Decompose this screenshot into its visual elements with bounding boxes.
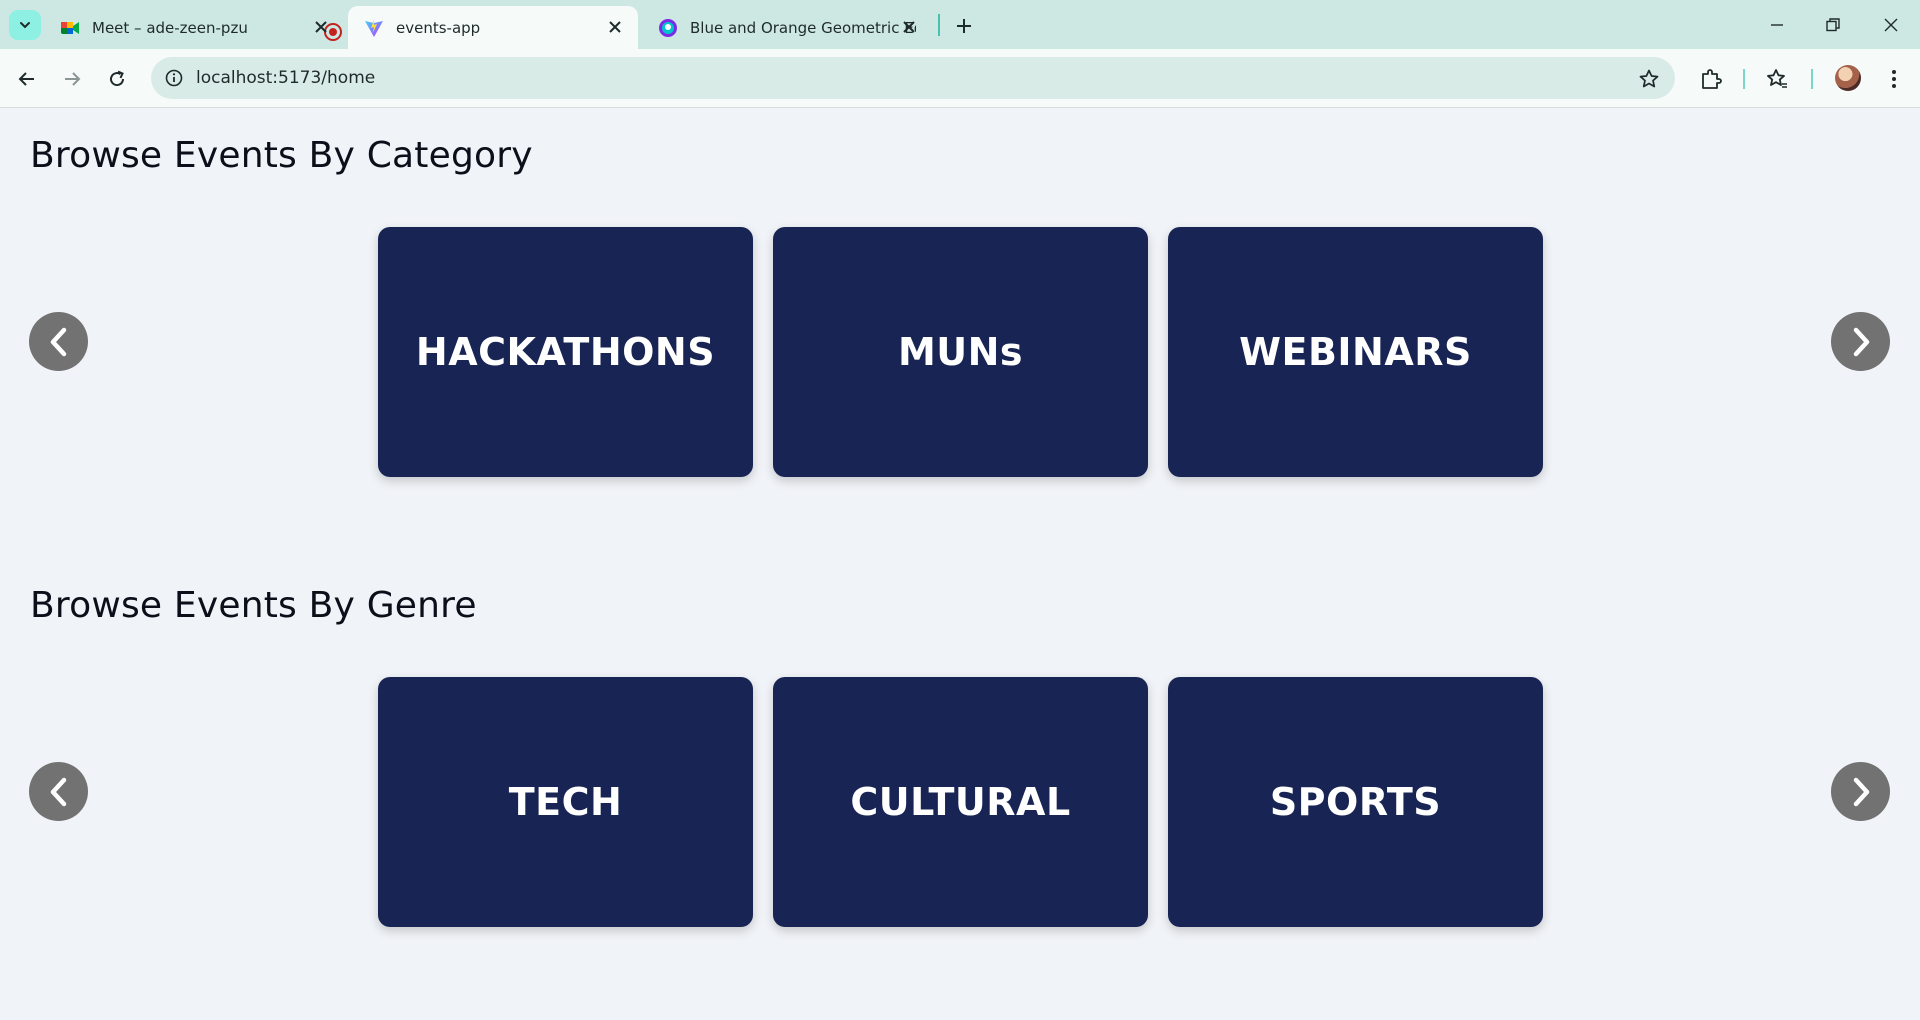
arrow-left-icon xyxy=(18,72,34,86)
tab-title: events-app xyxy=(396,18,481,37)
new-tab-button[interactable] xyxy=(951,13,977,39)
card-label: HACKATHONS xyxy=(415,330,716,374)
close-tab-icon[interactable] xyxy=(900,18,918,36)
canva-icon xyxy=(659,18,677,37)
plus-icon xyxy=(957,19,971,33)
close-window-button[interactable] xyxy=(1876,10,1906,40)
vite-icon xyxy=(365,18,383,37)
category-card-webinars[interactable]: WEBINARS xyxy=(1168,227,1543,477)
bookmark-star-icon[interactable] xyxy=(1637,67,1661,91)
more-vertical-icon xyxy=(1892,70,1896,88)
tab-canva[interactable]: Blue and Orange Geometric Edu xyxy=(642,6,932,49)
tab-search-button[interactable] xyxy=(9,10,41,40)
category-section-title: Browse Events By Category xyxy=(30,135,533,176)
browser-toolbar: localhost:5173/home xyxy=(0,49,1920,108)
arrow-right-icon xyxy=(65,72,81,86)
star-list-icon xyxy=(1767,69,1787,88)
site-info-icon[interactable] xyxy=(163,67,185,89)
card-label: SPORTS xyxy=(1269,780,1442,824)
page-content: Browse Events By Category HACKATHONS MUN… xyxy=(0,109,1920,1020)
tab-events-app[interactable]: events-app xyxy=(348,6,638,49)
toolbar-separator xyxy=(1811,69,1813,89)
card-label: MUNs xyxy=(897,330,1024,374)
category-next-button[interactable] xyxy=(1831,312,1890,371)
close-tab-icon[interactable] xyxy=(312,18,330,36)
minimize-icon xyxy=(1771,24,1783,26)
card-label: CULTURAL xyxy=(850,780,1071,824)
genre-card-cultural[interactable]: CULTURAL xyxy=(773,677,1148,927)
puzzle-icon xyxy=(1702,69,1722,89)
browser-menu-button[interactable] xyxy=(1879,64,1909,94)
category-card-hackathons[interactable]: HACKATHONS xyxy=(378,227,753,477)
bookmarks-button[interactable] xyxy=(1762,64,1792,94)
tab-separator xyxy=(938,14,940,36)
genre-card-tech[interactable]: TECH xyxy=(378,677,753,927)
category-card-muns[interactable]: MUNs xyxy=(773,227,1148,477)
extensions-button[interactable] xyxy=(1696,64,1726,94)
back-button[interactable] xyxy=(12,64,42,94)
category-prev-button[interactable] xyxy=(29,312,88,371)
chevron-left-icon xyxy=(50,327,66,356)
card-label: WEBINARS xyxy=(1239,330,1472,374)
google-meet-icon xyxy=(61,21,79,34)
profile-avatar[interactable] xyxy=(1835,65,1861,91)
tab-meet[interactable]: Meet – ade-zeen-pzu xyxy=(44,6,344,49)
restore-icon xyxy=(1826,18,1840,32)
card-label: TECH xyxy=(508,780,623,824)
genre-prev-button[interactable] xyxy=(29,762,88,821)
genre-card-sports[interactable]: SPORTS xyxy=(1168,677,1543,927)
address-bar[interactable]: localhost:5173/home xyxy=(151,57,1675,99)
genre-section-title: Browse Events By Genre xyxy=(30,585,477,626)
forward-button[interactable] xyxy=(57,64,87,94)
genre-next-button[interactable] xyxy=(1831,762,1890,821)
close-tab-icon[interactable] xyxy=(606,18,624,36)
tab-title: Blue and Orange Geometric Edu xyxy=(690,18,916,37)
chevron-down-icon xyxy=(20,22,30,29)
browser-tab-strip: Meet – ade-zeen-pzu events-app Blue and … xyxy=(0,0,1920,49)
chevron-right-icon xyxy=(1853,327,1869,356)
chevron-right-icon xyxy=(1853,777,1869,806)
restore-button[interactable] xyxy=(1818,10,1848,40)
reload-button[interactable] xyxy=(102,64,132,94)
reload-icon xyxy=(110,70,125,87)
tab-title: Meet – ade-zeen-pzu xyxy=(92,18,248,37)
url-text: localhost:5173/home xyxy=(196,68,376,88)
toolbar-separator xyxy=(1743,69,1745,89)
minimize-button[interactable] xyxy=(1762,10,1792,40)
close-icon xyxy=(1884,18,1898,32)
chevron-left-icon xyxy=(50,777,66,806)
